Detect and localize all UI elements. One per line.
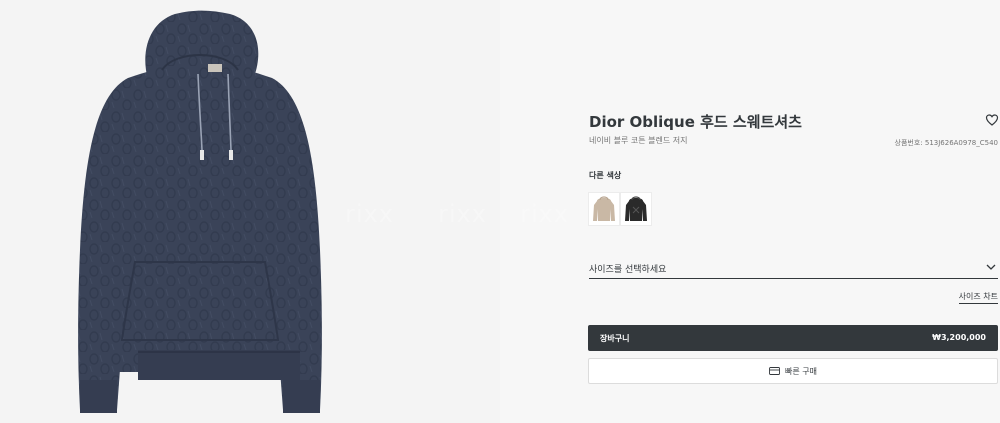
watermark-text: rixx [520, 200, 569, 228]
quick-buy-button[interactable]: 빠른 구매 [588, 358, 998, 384]
credit-card-icon [769, 367, 780, 375]
quick-buy-label: 빠른 구매 [785, 367, 817, 376]
product-title: Dior Oblique 후드 스웨트셔츠 [589, 113, 802, 131]
heart-icon[interactable] [985, 113, 999, 127]
color-swatch-black[interactable] [620, 192, 652, 226]
size-select[interactable]: 사이즈를 선택하세요 [589, 259, 998, 279]
product-subtitle: 네이비 블루 코튼 블렌드 저지 [589, 136, 688, 145]
chevron-down-icon [986, 264, 996, 270]
color-swatch-beige[interactable] [588, 192, 620, 226]
watermark-text: rixx [345, 200, 394, 228]
other-colors-label: 다른 색상 [589, 171, 622, 180]
product-image [78, 10, 322, 413]
add-to-cart-label: 장바구니 [600, 334, 630, 343]
product-sku: 상품번호: 513J626A0978_C540 [894, 139, 998, 147]
product-info-panel: rixx Dior Oblique 후드 스웨트셔츠 네이비 블루 코튼 블렌드… [500, 0, 1000, 423]
add-to-cart-button[interactable]: 장바구니 ₩3,200,000 [588, 325, 998, 351]
product-image-panel: rixx rixx [0, 0, 500, 423]
size-chart-link[interactable]: 사이즈 차트 [958, 291, 998, 304]
watermark-text: rixx [438, 200, 487, 228]
size-select-label: 사이즈를 선택하세요 [589, 265, 667, 275]
product-price: ₩3,200,000 [932, 333, 986, 342]
